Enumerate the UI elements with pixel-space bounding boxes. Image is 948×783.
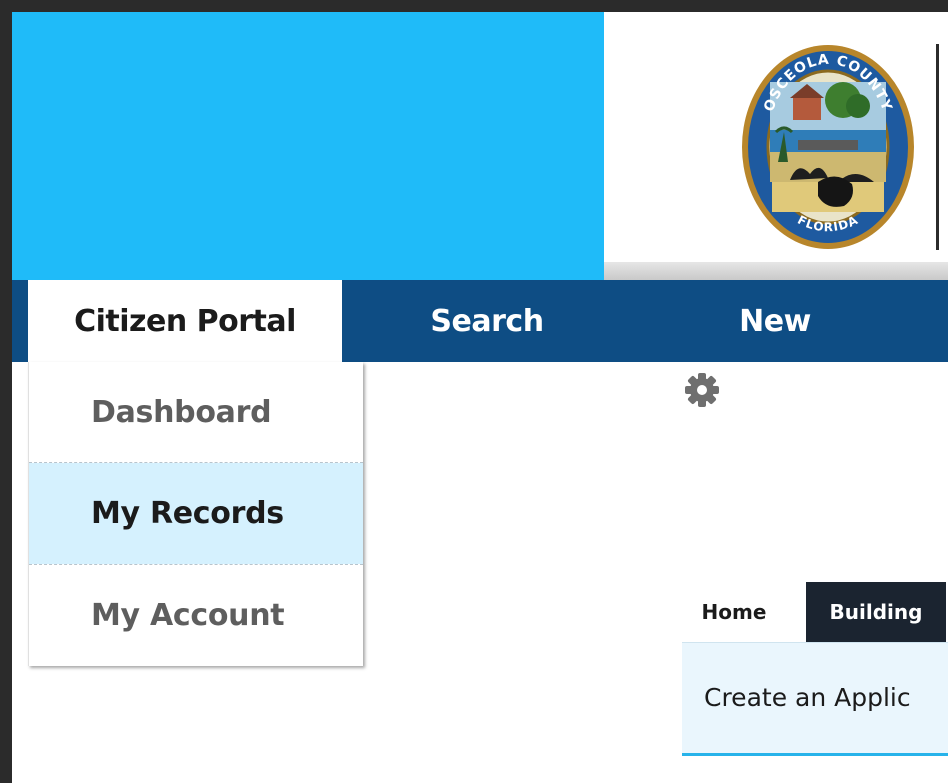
page: OSCEOLA COUNTY FLORIDA Citizen Portal Se… — [0, 0, 948, 783]
tab-building[interactable]: Building — [806, 582, 946, 642]
dropdown-item-my-account[interactable]: My Account — [29, 565, 363, 666]
tab-home[interactable]: Home — [694, 582, 774, 642]
header-shadow — [604, 262, 948, 280]
dropdown-item-dashboard[interactable]: Dashboard — [29, 362, 363, 463]
window-border-left — [0, 0, 12, 783]
create-application-link[interactable]: Create an Applic — [704, 683, 911, 712]
nav-new[interactable]: New — [700, 280, 850, 362]
nav-citizen-portal[interactable]: Citizen Portal — [28, 280, 342, 362]
dropdown-item-my-records[interactable]: My Records — [29, 463, 363, 564]
building-panel: Create an Applic — [682, 642, 948, 756]
header-banner — [12, 12, 604, 280]
gear-icon[interactable] — [684, 372, 720, 408]
window-border-top — [0, 0, 948, 12]
citizen-portal-dropdown: Dashboard My Records My Account — [28, 362, 363, 666]
nav-search[interactable]: Search — [388, 280, 586, 362]
county-seal-logo: OSCEOLA COUNTY FLORIDA — [742, 45, 914, 249]
header-divider — [936, 44, 939, 250]
